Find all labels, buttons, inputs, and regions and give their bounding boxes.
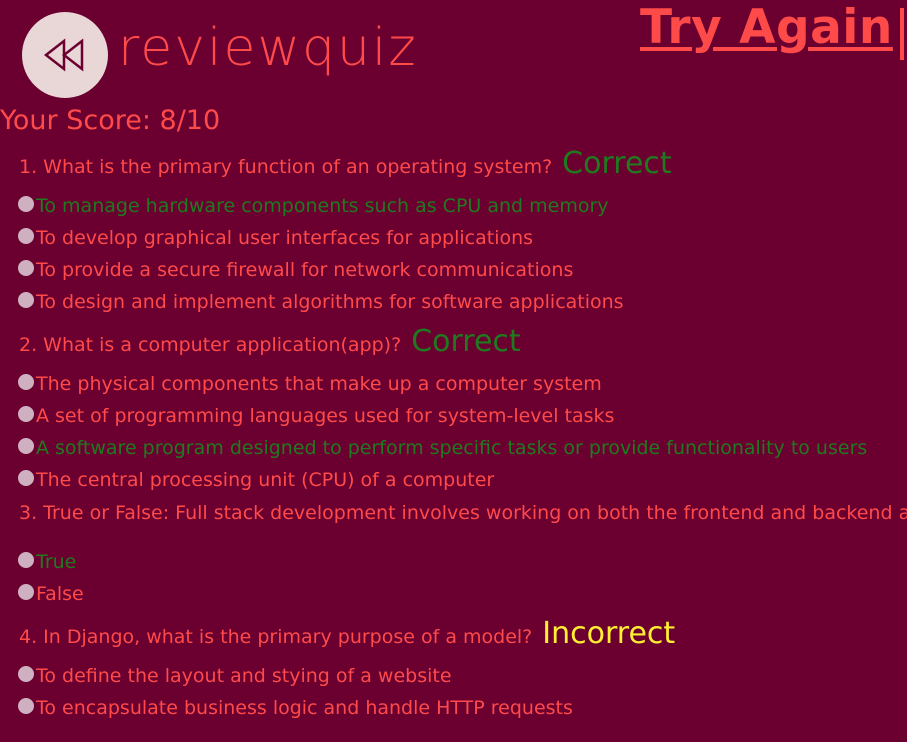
option-label: To define the layout and stying of a web… <box>36 665 452 687</box>
quiz-review-list: 1. What is the primary function of an op… <box>0 146 907 724</box>
radio-button[interactable] <box>18 438 34 454</box>
question-header: 3. True or False: Full stack development… <box>0 502 907 546</box>
option[interactable]: A set of programming languages used for … <box>0 400 907 432</box>
option[interactable]: True <box>0 546 907 578</box>
option[interactable]: False <box>0 578 907 610</box>
question-2: 2. What is a computer application(app)? … <box>0 324 907 496</box>
question-4: 4. In Django, what is the primary purpos… <box>0 616 907 724</box>
option[interactable]: To define the layout and stying of a web… <box>0 660 907 692</box>
option[interactable]: To develop graphical user interfaces for… <box>0 222 907 254</box>
option-label: To design and implement algorithms for s… <box>36 291 624 313</box>
radio-button[interactable] <box>18 584 34 600</box>
option[interactable]: To design and implement algorithms for s… <box>0 286 907 318</box>
option-label: The central processing unit (CPU) of a c… <box>36 469 495 491</box>
option-label: A set of programming languages used for … <box>36 405 615 427</box>
radio-button[interactable] <box>18 228 34 244</box>
option-label: False <box>36 583 84 605</box>
option-label: A software program designed to perform s… <box>36 437 868 459</box>
option[interactable]: The physical components that make up a c… <box>0 368 907 400</box>
radio-button[interactable] <box>18 666 34 682</box>
question-text: 1. What is the primary function of an op… <box>19 156 553 178</box>
radio-button[interactable] <box>18 552 34 568</box>
question-header: 4. In Django, what is the primary purpos… <box>0 616 907 660</box>
option[interactable]: To manage hardware components such as CP… <box>0 190 907 222</box>
verdict-badge: Correct <box>411 324 521 359</box>
try-again-link[interactable]: Try Again <box>640 0 893 56</box>
question-text: 2. What is a computer application(app)? <box>19 334 402 356</box>
verdict-badge: Incorrect <box>542 616 676 651</box>
option-label: To encapsulate business logic and handle… <box>36 697 573 719</box>
option[interactable]: To encapsulate business logic and handle… <box>0 692 907 724</box>
option-label: The physical components that make up a c… <box>36 373 602 395</box>
option-label: To provide a secure firewall for network… <box>36 259 574 281</box>
logo[interactable] <box>22 12 108 98</box>
radio-button[interactable] <box>18 406 34 422</box>
verdict-badge: Correct <box>562 146 672 181</box>
try-again-divider <box>900 8 904 60</box>
radio-button[interactable] <box>18 470 34 486</box>
rewind-icon <box>43 38 84 72</box>
radio-button[interactable] <box>18 292 34 308</box>
radio-button[interactable] <box>18 196 34 212</box>
option[interactable]: A software program designed to perform s… <box>0 432 907 464</box>
option-label: True <box>36 551 77 573</box>
question-header: 2. What is a computer application(app)? … <box>0 324 907 368</box>
radio-button[interactable] <box>18 260 34 276</box>
radio-button[interactable] <box>18 374 34 390</box>
question-header: 1. What is the primary function of an op… <box>0 146 907 190</box>
question-text: 4. In Django, what is the primary purpos… <box>19 626 533 648</box>
score-label: Your Score: 8/10 <box>0 105 221 136</box>
option-label: To develop graphical user interfaces for… <box>36 227 534 249</box>
question-3: 3. True or False: Full stack development… <box>0 502 907 610</box>
option[interactable]: To provide a secure firewall for network… <box>0 254 907 286</box>
radio-button[interactable] <box>18 698 34 714</box>
option[interactable]: The central processing unit (CPU) of a c… <box>0 464 907 496</box>
question-text: 3. True or False: Full stack development… <box>19 502 907 524</box>
option-label: To manage hardware components such as CP… <box>36 195 609 217</box>
brand-title: reviewquiz <box>118 18 418 78</box>
question-1: 1. What is the primary function of an op… <box>0 146 907 318</box>
